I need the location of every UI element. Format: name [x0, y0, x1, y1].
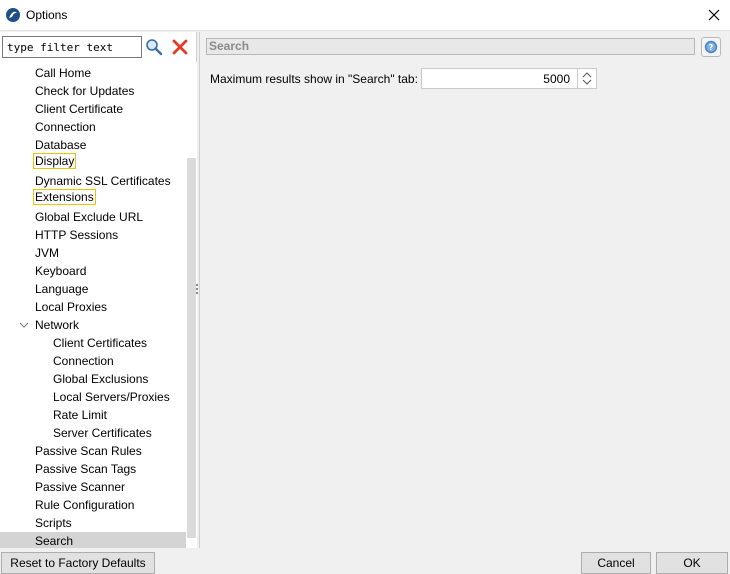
- clear-icon: [172, 39, 188, 55]
- chevron-down-icon[interactable]: [18, 319, 30, 331]
- close-icon: [708, 9, 720, 21]
- tree-item-passive-scanner[interactable]: Passive Scanner: [33, 478, 127, 496]
- filter-input[interactable]: [2, 36, 142, 58]
- app-logo-icon: [6, 8, 20, 22]
- tree-item-passive-scan-tags[interactable]: Passive Scan Tags: [33, 460, 138, 478]
- tree-item-display[interactable]: Display: [33, 153, 77, 169]
- tree-item-global-exclusions[interactable]: Global Exclusions: [51, 370, 150, 388]
- options-detail-panel: Search ? Maximum results show in "Search…: [199, 32, 730, 548]
- options-tree-panel: Call Home Check for Updates Client Certi…: [0, 32, 197, 548]
- tree-item-dynamic-ssl-certificates[interactable]: Dynamic SSL Certificates: [33, 172, 173, 190]
- ok-button[interactable]: OK: [656, 552, 728, 574]
- tree-item-local-proxies[interactable]: Local Proxies: [33, 298, 109, 316]
- tree-item-rule-configuration[interactable]: Rule Configuration: [33, 496, 136, 514]
- up-down-arrows-icon: [582, 72, 592, 85]
- tree-item-jvm[interactable]: JVM: [33, 244, 61, 262]
- tree-item-rate-limit[interactable]: Rate Limit: [51, 406, 109, 424]
- close-button[interactable]: [700, 0, 730, 30]
- help-icon: ?: [704, 40, 718, 54]
- cancel-button[interactable]: Cancel: [581, 552, 651, 574]
- tree-item-check-for-updates[interactable]: Check for Updates: [33, 82, 136, 100]
- tree-item-local-servers-proxies[interactable]: Local Servers/Proxies: [51, 388, 172, 406]
- title-bar: Options: [0, 0, 730, 31]
- spinner-arrows[interactable]: [577, 69, 596, 88]
- tree-item-call-home[interactable]: Call Home: [33, 64, 93, 82]
- tree-item-scripts[interactable]: Scripts: [33, 514, 74, 532]
- window-title: Options: [26, 8, 68, 22]
- tree-item-connection[interactable]: Connection: [33, 118, 98, 136]
- button-bar: Reset to Factory Defaults Cancel OK: [0, 548, 730, 574]
- tree-item-network[interactable]: Network: [33, 316, 81, 334]
- filter-clear-button[interactable]: [171, 38, 189, 56]
- panel-title: Search: [206, 38, 695, 55]
- tree-item-language[interactable]: Language: [33, 280, 90, 298]
- tree-item-search[interactable]: Search: [0, 532, 186, 548]
- tree-item-server-certificates[interactable]: Server Certificates: [51, 424, 154, 442]
- help-button[interactable]: ?: [701, 37, 721, 57]
- tree-item-passive-scan-rules[interactable]: Passive Scan Rules: [33, 442, 144, 460]
- tree-item-http-sessions[interactable]: HTTP Sessions: [33, 226, 120, 244]
- search-icon: [146, 39, 163, 56]
- max-results-field[interactable]: [422, 69, 576, 88]
- tree-item-extensions[interactable]: Extensions: [33, 189, 96, 205]
- tree-item-global-exclude-url[interactable]: Global Exclude URL: [33, 208, 145, 226]
- tree-item-database[interactable]: Database: [33, 136, 88, 154]
- max-results-label: Maximum results show in "Search" tab:: [210, 72, 418, 86]
- filter-search-button[interactable]: [145, 38, 163, 56]
- tree-item-client-certificate[interactable]: Client Certificate: [33, 100, 125, 118]
- svg-text:?: ?: [709, 43, 714, 52]
- tree-item-keyboard[interactable]: Keyboard: [33, 262, 88, 280]
- tree-scrollbar-thumb[interactable]: [187, 158, 196, 538]
- max-results-spinner[interactable]: [421, 68, 597, 89]
- tree-item-client-certificates[interactable]: Client Certificates: [51, 334, 149, 352]
- reset-to-defaults-button[interactable]: Reset to Factory Defaults: [1, 552, 155, 574]
- options-tree: Call Home Check for Updates Client Certi…: [0, 62, 186, 548]
- tree-item-network-connection[interactable]: Connection: [51, 352, 116, 370]
